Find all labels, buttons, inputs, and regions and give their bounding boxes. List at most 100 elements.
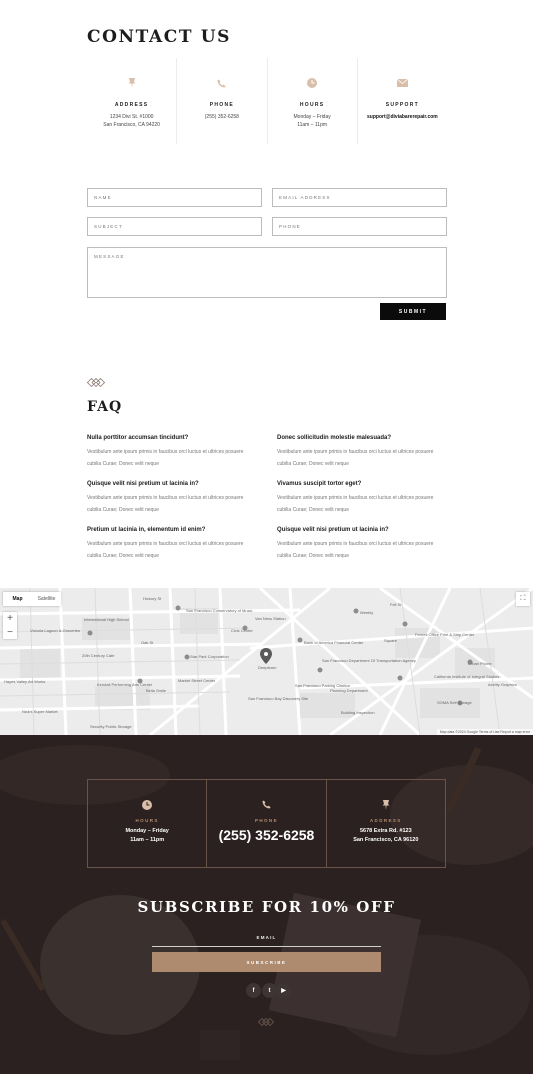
email-underline	[152, 946, 381, 947]
footer-text: 5678 Extra Rd. #123	[359, 828, 412, 834]
faq-question: Donec sollicitudin molestie malesuada?	[277, 435, 392, 441]
phone-field[interactable]: PHONE	[272, 217, 447, 236]
map-label: Oak St	[141, 640, 154, 645]
subject-field[interactable]: SUBJECT	[87, 217, 262, 236]
map-label: San Francisco Conservatory of Music	[186, 608, 253, 613]
map-type-toggle[interactable]: Map Satellite	[3, 592, 61, 606]
info-text: San Francisco, CA 94220	[103, 122, 160, 128]
zoom-controls[interactable]: + −	[3, 612, 17, 639]
faq-question: Quisque velit nisi pretium ut lacinia in…	[87, 481, 199, 487]
map-label: Star Park Corporation	[190, 654, 229, 659]
faq-item: Nulla porttitor accumsan tincidunt? Vest…	[87, 435, 257, 470]
faq-answer: Vestibulum ante ipsum primis in faucibus…	[87, 449, 244, 467]
footer-phone-number[interactable]: (255) 352-6258	[207, 827, 325, 843]
map-label: California Institute of Integral Studies	[434, 674, 500, 679]
faq-item: Quisque velit nisi pretium ut lacinia in…	[87, 481, 257, 516]
map[interactable]: Map Satellite + − ⛶ Hickory St San Franc…	[0, 588, 533, 735]
youtube-icon[interactable]: ▶	[276, 983, 291, 998]
footer-phone: PHONE (255) 352-6258	[207, 780, 327, 867]
footer-text: 11am – 11pm	[130, 837, 165, 843]
subscribe-title: SUBSCRIBE FOR 10% OFF	[137, 898, 396, 916]
faq-answer: Vestibulum ante ipsum primis in faucibus…	[277, 541, 434, 559]
faq-question: Quisque velit nisi pretium ut lacinia in…	[277, 527, 389, 533]
newsletter-email-field[interactable]: EMAIL	[152, 935, 381, 940]
map-label: Planning Department	[330, 688, 368, 693]
info-hours: HOURS Monday – Friday 11am – 11pm	[268, 58, 358, 144]
info-phone: PHONE (255) 352-6258	[177, 58, 268, 144]
contact-info-row: ADDRESS 1234 Divi St. #1000 San Francisc…	[87, 58, 447, 144]
map-label: Hayes Valley Art Works	[4, 679, 46, 684]
map-label: San Francisco Department Of Transportati…	[322, 658, 416, 663]
pin-icon	[87, 76, 176, 90]
zoom-out-button[interactable]: −	[3, 626, 17, 640]
footer-label: ADDRESS	[369, 818, 402, 823]
map-type-satellite[interactable]: Satellite	[32, 592, 61, 606]
clock-icon	[88, 800, 206, 812]
map-label: Ferries Office Print & Ship Center	[415, 632, 475, 637]
pin-icon	[327, 800, 445, 812]
map-label: Security Public Storage	[90, 724, 132, 729]
map-label: Victoria Lagoon & Groceries	[30, 628, 80, 633]
faq-question: Nulla porttitor accumsan tincidunt?	[87, 435, 189, 441]
envelope-icon	[358, 76, 447, 90]
twitter-icon[interactable]: t	[262, 983, 277, 998]
faq-answer: Vestibulum ante ipsum primis in faucibus…	[87, 495, 244, 513]
map-label: Square	[384, 638, 397, 643]
map-type-map[interactable]: Map	[3, 592, 32, 606]
submit-button[interactable]: SUBMIT	[380, 303, 446, 320]
info-text: Monday – Friday	[293, 114, 331, 120]
map-label: Van Ness Station	[255, 616, 286, 621]
info-label: ADDRESS	[114, 102, 149, 108]
diamond-ornament-icon	[86, 374, 106, 392]
facebook-icon[interactable]: f	[246, 983, 261, 998]
message-field[interactable]: MESSAGE	[87, 247, 447, 298]
support-email-link[interactable]: support@diviabarerepair.com	[358, 113, 447, 121]
info-address: ADDRESS 1234 Divi St. #1000 San Francisc…	[87, 58, 178, 144]
faq-question: Vivamus suscipit tortor eget?	[277, 481, 362, 487]
map-label: Market Street Center	[178, 678, 216, 683]
info-label: HOURS	[299, 102, 325, 108]
faq-title: FAQ	[87, 399, 123, 415]
clock-icon	[268, 76, 357, 90]
footer-label: HOURS	[135, 818, 159, 823]
footer-hours: HOURS Monday – Friday 11am – 11pm	[88, 780, 208, 867]
phone-icon	[177, 76, 266, 90]
phone-icon	[207, 800, 325, 812]
contact-title: CONTACT US	[87, 27, 231, 47]
zoom-in-button[interactable]: +	[3, 612, 17, 626]
map-label: Civic Center	[231, 628, 253, 633]
map-streets	[0, 588, 533, 735]
map-label: Building Inspection	[341, 710, 375, 715]
footer-label: PHONE	[254, 818, 278, 823]
map-label: SOMA Self Storage	[437, 700, 472, 705]
map-label: Hickory St	[143, 596, 162, 601]
faq-item: Pretium ut lacinia in, elementum id enim…	[87, 527, 257, 562]
info-support: SUPPORT support@diviabarerepair.com	[358, 58, 447, 144]
footer-address: ADDRESS 5678 Extra Rd. #123 San Francisc…	[327, 780, 445, 867]
email-field[interactable]: EMAIL ADDRESS	[272, 188, 447, 207]
subscribe-button[interactable]: SUBSCRIBE	[152, 952, 381, 972]
faq-item: Donec sollicitudin molestie malesuada? V…	[277, 435, 447, 470]
map-label: Urban Phone	[468, 661, 492, 666]
info-label: SUPPORT	[385, 102, 420, 108]
info-text: 11am – 11pm	[297, 122, 328, 128]
map-label: Acelity Graphics	[488, 682, 517, 687]
map-label: Fell St	[390, 602, 402, 607]
map-label: Nick's Super Market	[22, 709, 58, 714]
faq-question: Pretium ut lacinia in, elementum id enim…	[87, 527, 206, 533]
map-label: International High School	[84, 617, 129, 622]
faq-item: Quisque velit nisi pretium ut lacinia in…	[277, 527, 447, 562]
info-label: PHONE	[209, 102, 235, 108]
map-label: Deeplearn	[258, 665, 277, 670]
info-text: (255) 352-6258	[204, 114, 239, 120]
faq-item: Vivamus suscipit tortor eget? Vestibulum…	[277, 481, 447, 516]
footer-info-box: HOURS Monday – Friday 11am – 11pm PHONE …	[87, 779, 446, 868]
info-text: 1234 Divi St. #1000	[109, 114, 154, 120]
footer-text: San Francisco, CA 96120	[353, 837, 419, 843]
map-label: Weebly	[360, 610, 374, 615]
name-field[interactable]: NAME	[87, 188, 262, 207]
fullscreen-icon[interactable]: ⛶	[516, 592, 530, 606]
footer: HOURS Monday – Friday 11am – 11pm PHONE …	[0, 735, 533, 1074]
faq-answer: Vestibulum ante ipsum primis in faucibus…	[277, 495, 434, 513]
faq-answer: Vestibulum ante ipsum primis in faucibus…	[87, 541, 244, 559]
